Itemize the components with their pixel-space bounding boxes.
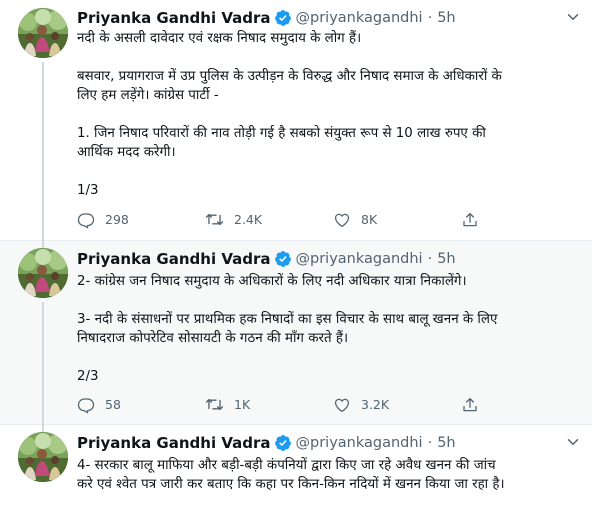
- retweet-button[interactable]: 1K: [205, 395, 333, 414]
- like-icon: [333, 211, 351, 229]
- retweet-count: 1K: [234, 397, 251, 412]
- tweet-line: लिए हम लड़ेंगे। कांग्रेस पार्टी -: [77, 88, 219, 103]
- tweet-timestamp[interactable]: 5h: [437, 435, 455, 451]
- thread-connector: [42, 425, 44, 432]
- avatar[interactable]: [18, 432, 68, 482]
- thread-counter: 2/3: [77, 369, 99, 384]
- tweet-actions: 298 2.4K 8K: [77, 210, 589, 229]
- like-button[interactable]: 8K: [333, 211, 461, 229]
- reply-button[interactable]: 298: [77, 211, 205, 229]
- author-name[interactable]: Priyanka Gandhi Vadra: [77, 250, 271, 268]
- author-handle[interactable]: @priyankagandhi: [296, 251, 423, 267]
- reply-count: 298: [105, 212, 129, 227]
- separator-dot: ·: [427, 435, 433, 451]
- tweet-line: निषादराज कोपरेटिव सोसायटी के गठन की माँग…: [77, 331, 349, 346]
- tweet-header: Priyanka Gandhi Vadra @priyankagandhi · …: [77, 432, 456, 454]
- tweet-line: करे एवं श्वेत पत्र जारी कर बताए कि कहा प…: [77, 477, 505, 492]
- separator-dot: ·: [427, 10, 433, 26]
- tweet-line: 1. जिन निषाद परिवारों की नाव तोड़ी गई है…: [77, 126, 486, 141]
- retweet-icon: [205, 395, 224, 414]
- tweet[interactable]: Priyanka Gandhi Vadra @priyankagandhi · …: [0, 241, 592, 425]
- tweet[interactable]: Priyanka Gandhi Vadra @priyankagandhi · …: [0, 0, 592, 241]
- separator-dot: ·: [427, 251, 433, 267]
- avatar[interactable]: [18, 8, 68, 58]
- tweet-text: नदी के असली दावेदार एवं रक्षक निषाद समुद…: [77, 29, 587, 200]
- tweet-timestamp[interactable]: 5h: [437, 251, 455, 267]
- like-count: 3.2K: [361, 397, 390, 412]
- share-icon: [461, 211, 479, 229]
- tweet-header: Priyanka Gandhi Vadra @priyankagandhi · …: [77, 7, 456, 29]
- share-button[interactable]: [461, 211, 589, 229]
- author-handle[interactable]: @priyankagandhi: [296, 10, 423, 26]
- verified-badge-icon: [274, 9, 292, 27]
- like-icon: [333, 396, 351, 414]
- avatar-image: [18, 432, 68, 482]
- tweet-line: 4- सरकार बालू माफिया और बड़ी-बड़ी कंपनिय…: [77, 458, 496, 473]
- avatar[interactable]: [18, 248, 68, 298]
- avatar-image: [18, 8, 68, 58]
- chevron-down-icon[interactable]: [564, 8, 582, 26]
- reply-icon: [77, 211, 95, 229]
- retweet-icon: [205, 210, 224, 229]
- author-name[interactable]: Priyanka Gandhi Vadra: [77, 9, 271, 27]
- tweet-line: 2- कांग्रेस जन निषाद समुदाय के अधिकारों …: [77, 274, 467, 289]
- tweet-header: Priyanka Gandhi Vadra @priyankagandhi · …: [77, 248, 456, 270]
- retweet-button[interactable]: 2.4K: [205, 210, 333, 229]
- avatar-image: [18, 248, 68, 298]
- reply-count: 58: [105, 397, 121, 412]
- thread-counter: 1/3: [77, 183, 99, 198]
- author-name[interactable]: Priyanka Gandhi Vadra: [77, 434, 271, 452]
- chevron-down-icon[interactable]: [564, 433, 582, 451]
- verified-badge-icon: [274, 250, 292, 268]
- thread-connector: [42, 241, 44, 248]
- tweet-line: आर्थिक मदद करेगी।: [77, 145, 176, 160]
- like-button[interactable]: 3.2K: [333, 396, 461, 414]
- tweet-text: 4- सरकार बालू माफिया और बड़ी-बड़ी कंपनिय…: [77, 456, 587, 494]
- tweet-line: नदी के असली दावेदार एवं रक्षक निषाद समुद…: [77, 31, 362, 46]
- thread-connector: [42, 302, 44, 425]
- tweet-actions: 58 1K 3.2K: [77, 395, 589, 414]
- reply-icon: [77, 396, 95, 414]
- like-count: 8K: [361, 212, 378, 227]
- verified-badge-icon: [274, 434, 292, 452]
- share-icon: [461, 396, 479, 414]
- retweet-count: 2.4K: [234, 212, 263, 227]
- tweet-line: 3- नदी के संसाधनों पर प्राथमिक हक निषादो…: [77, 312, 498, 327]
- tweet[interactable]: Priyanka Gandhi Vadra @priyankagandhi · …: [0, 425, 592, 516]
- reply-button[interactable]: 58: [77, 396, 205, 414]
- tweet-line: बसवार, प्रयागराज में उप्र पुलिस के उत्पी…: [77, 69, 502, 84]
- tweet-timestamp[interactable]: 5h: [437, 10, 455, 26]
- author-handle[interactable]: @priyankagandhi: [296, 435, 423, 451]
- thread-connector: [42, 62, 44, 241]
- tweet-text: 2- कांग्रेस जन निषाद समुदाय के अधिकारों …: [77, 272, 587, 386]
- share-button[interactable]: [461, 396, 589, 414]
